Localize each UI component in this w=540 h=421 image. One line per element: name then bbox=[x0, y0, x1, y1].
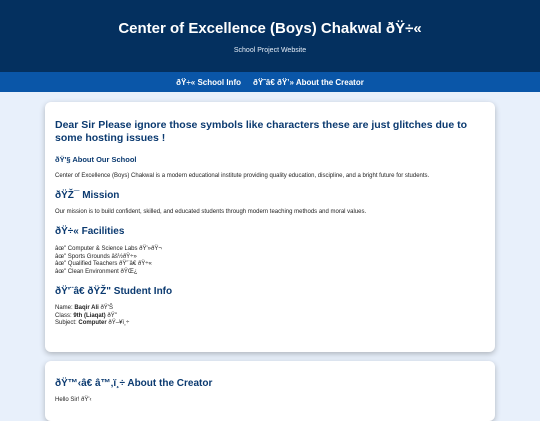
student-info: Name: Baqir Ali ðŸ'Š Class: 9th (Liaqat)… bbox=[55, 305, 485, 328]
facilities-heading: ðŸ÷« Facilities bbox=[55, 226, 125, 237]
creator-card: ðŸ™‹â€ â™‚ï¸÷ About the Creator Hello Si… bbox=[45, 361, 495, 421]
creator-text: Hello Sir! ðŸ'‹ bbox=[55, 397, 92, 403]
facility-item: âœ" Sports Grounds âš½ðŸ÷» bbox=[55, 253, 137, 260]
student-class-row: Class: 9th (Liaqat) ðŸ" bbox=[55, 313, 485, 321]
student-name-label: Name: bbox=[55, 305, 75, 311]
student-name-row: Name: Baqir Ali ðŸ'Š bbox=[55, 305, 485, 313]
student-name-suffix: ðŸ'Š bbox=[98, 305, 113, 311]
student-subject-value: Computer bbox=[78, 320, 107, 326]
student-subject-row: Subject: Computer ðŸ–¥ï¸÷ bbox=[55, 320, 485, 328]
nav-link-school-info[interactable]: ðŸ÷« School Info bbox=[176, 78, 241, 87]
site-header: Center of Excellence (Boys) Chakwal ðŸ÷«… bbox=[0, 0, 540, 72]
facilities-list: âœ" Computer & Science Labs ðŸ'»ðŸ¬ âœ" … bbox=[55, 246, 485, 276]
nav-bar: ðŸ÷« School Info ðŸ˜â€ ðŸ’» About the Cr… bbox=[0, 72, 540, 92]
student-subject-suffix: ðŸ–¥ï¸÷ bbox=[106, 320, 130, 326]
facility-item: âœ" Clean Environment ðŸŒ¿ bbox=[55, 268, 138, 275]
school-info-card: Dear Sir Please ignore those symbols lik… bbox=[45, 102, 495, 352]
mission-text: Our mission is to build confident, skill… bbox=[55, 209, 367, 215]
student-info-heading: ðŸ'¨â€ ðŸŽ" Student Info bbox=[55, 286, 173, 297]
student-name-value: Baqir Ali bbox=[74, 305, 99, 311]
student-subject-label: Subject: bbox=[55, 320, 79, 326]
student-class-label: Class: bbox=[55, 312, 74, 319]
facility-item: âœ" Computer & Science Labs ðŸ'»ðŸ¬ bbox=[55, 246, 162, 252]
creator-heading: ðŸ™‹â€ â™‚ï¸÷ About the Creator bbox=[55, 378, 213, 389]
site-title: Center of Excellence (Boys) Chakwal ðŸ÷« bbox=[118, 20, 422, 37]
about-text: Center of Excellence (Boys) Chakwal is a… bbox=[55, 173, 430, 179]
facility-item: âœ" Qualified Teachers ðŸ'¨â€ ðŸ÷« bbox=[55, 261, 152, 267]
mission-heading: ðŸŽ¯ Mission bbox=[55, 190, 120, 201]
student-class-value: 9th (Liaqat) bbox=[73, 312, 106, 319]
about-heading: ðŸ'§ About Our School bbox=[55, 155, 137, 164]
student-class-suffix: ðŸ" bbox=[105, 312, 117, 319]
nav-link-about-creator[interactable]: ðŸ˜â€ ðŸ’» About the Creator bbox=[253, 78, 364, 87]
notice-text: Dear Sir Please ignore those symbols lik… bbox=[55, 119, 467, 144]
site-subtitle: School Project Website bbox=[233, 47, 307, 54]
